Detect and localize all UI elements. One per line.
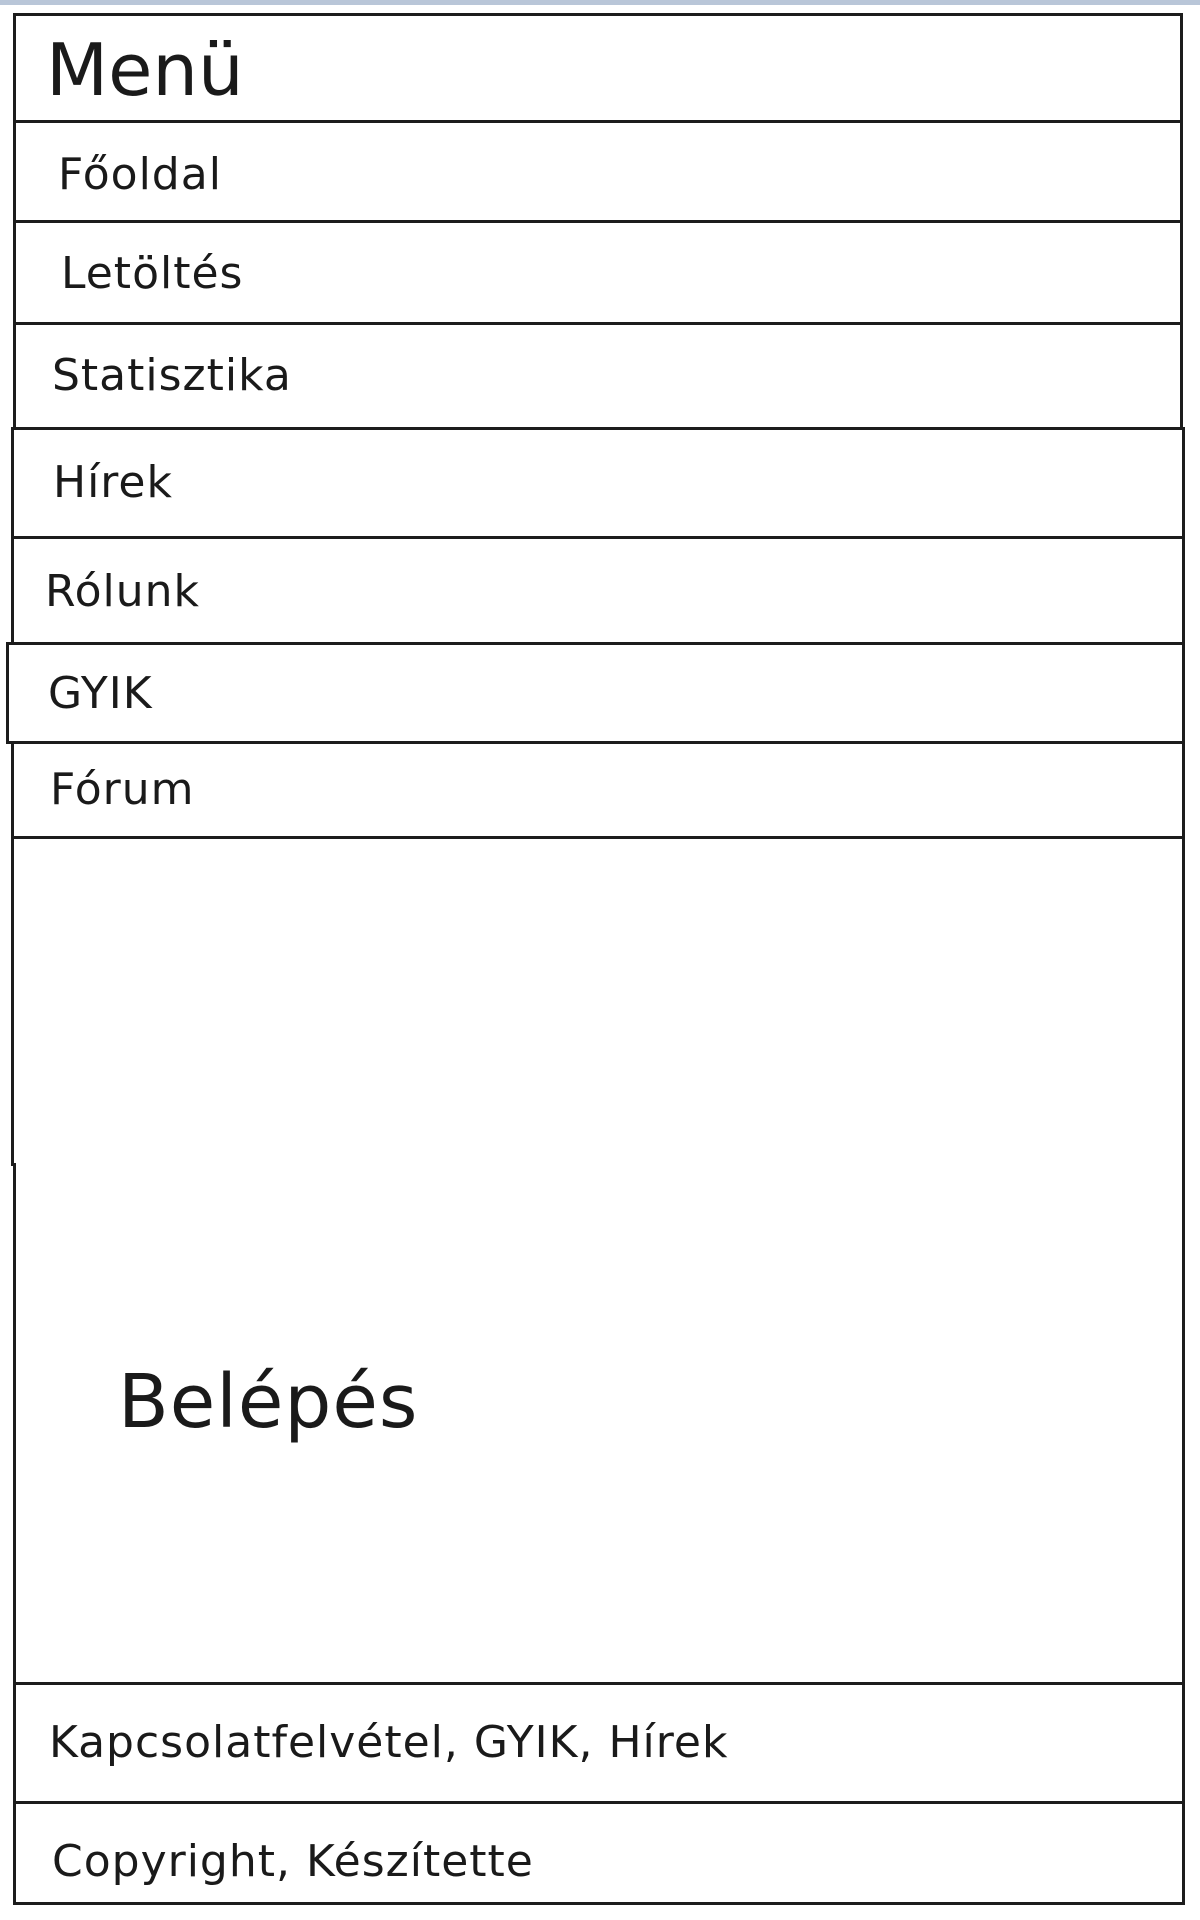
- menu-item-label: Letöltés: [61, 248, 244, 299]
- copyright-text: Copyright, Készítette: [52, 1836, 534, 1887]
- menu-header: Menü: [13, 13, 1183, 123]
- menu-item-rolunk[interactable]: Rólunk: [11, 536, 1185, 645]
- menu-item-label: Főoldal: [58, 149, 222, 200]
- footer-links[interactable]: Kapcsolatfelvétel, GYIK, Hírek: [13, 1682, 1185, 1804]
- menu-item-label: Rólunk: [45, 566, 200, 617]
- menu-item-statisztika[interactable]: Statisztika: [13, 322, 1183, 430]
- menu-item-gyik[interactable]: GYIK: [6, 642, 1185, 744]
- login-panel[interactable]: Belépés: [13, 1163, 1185, 1685]
- menu-item-label: Fórum: [50, 764, 195, 815]
- top-border-line: [0, 0, 1200, 5]
- menu-item-label: Hírek: [53, 457, 173, 508]
- menu-item-label: GYIK: [48, 668, 153, 719]
- footer-copyright: Copyright, Készítette: [13, 1801, 1185, 1905]
- menu-item-fooldal[interactable]: Főoldal: [13, 120, 1183, 223]
- menu-item-hirek[interactable]: Hírek: [11, 427, 1185, 539]
- login-label[interactable]: Belépés: [118, 1365, 418, 1439]
- menu-item-label: Statisztika: [52, 350, 292, 401]
- menu-item-forum[interactable]: Fórum: [11, 741, 1185, 839]
- footer-links-text[interactable]: Kapcsolatfelvétel, GYIK, Hírek: [49, 1721, 728, 1765]
- menu-title: Menü: [46, 28, 244, 112]
- menu-item-letoltes[interactable]: Letöltés: [13, 220, 1183, 325]
- empty-content-area: [11, 836, 1185, 1166]
